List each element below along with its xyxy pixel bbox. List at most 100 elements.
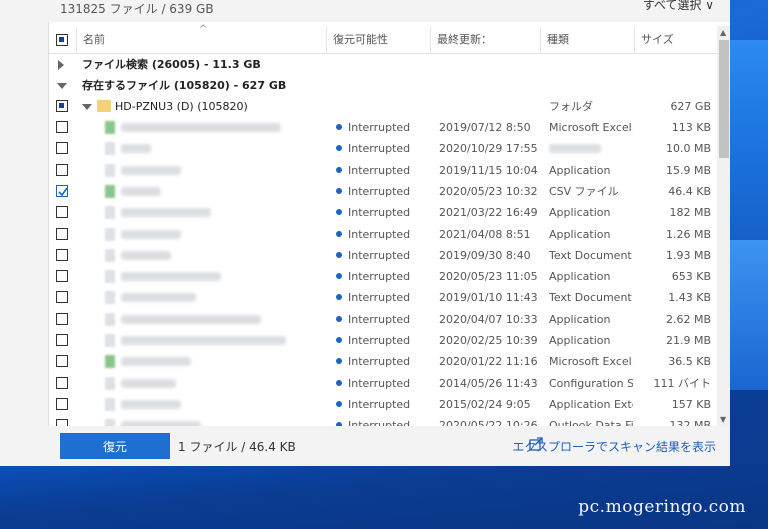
status-text: Interrupted (348, 291, 411, 305)
window-left-margin (0, 0, 48, 466)
file-icon (105, 355, 115, 369)
status-dot-icon (336, 230, 342, 237)
modified-date: 2015/02/24 9:05 (439, 397, 531, 411)
redacted-filename (121, 229, 181, 239)
select-all-dropdown[interactable]: すべて選択 ∨ (643, 0, 714, 13)
table-row[interactable]: Interrupted 2020/10/29 17:55 10.0 MB (49, 138, 717, 159)
status-text: Interrupted (348, 355, 411, 369)
recoverability-status: Interrupted (336, 351, 410, 372)
collapse-arrow-icon[interactable] (57, 83, 67, 89)
status-text: Interrupted (348, 121, 411, 134)
recoverability-status: Interrupted (336, 373, 410, 394)
group-row-existing-files[interactable]: 存在するファイル (105820) - 627 GB (49, 75, 717, 96)
status-dot-icon (336, 251, 342, 258)
drive-row[interactable]: HD-PZNU3 (D) (105820) フォルダ 627 GB (49, 96, 717, 117)
table-row[interactable]: Interrupted 2020/04/07 10:33 Application 2.… (49, 309, 717, 330)
column-header-name[interactable]: 名前 (76, 26, 326, 54)
vertical-scrollbar[interactable]: ▲ ▼ (717, 26, 730, 426)
row-checkbox[interactable] (56, 206, 68, 219)
status-text: Interrupted (348, 270, 411, 284)
redacted-filename (121, 208, 211, 218)
file-icon (105, 227, 115, 241)
table-row[interactable]: Interrupted 2020/05/23 10:32 CSV ファイル 46.4 … (49, 181, 717, 202)
row-checkbox[interactable] (56, 227, 68, 240)
recoverability-status: Interrupted (336, 181, 410, 202)
table-row[interactable]: Interrupted 2021/03/22 16:49 Application 18… (49, 202, 717, 223)
modified-date: 2019/01/10 11:43 (439, 291, 538, 305)
redacted-filename (121, 357, 191, 367)
column-header-size[interactable]: サイズ (634, 26, 717, 54)
modified-date: 2020/01/22 11:16 (439, 355, 538, 369)
row-checkbox[interactable] (56, 419, 68, 426)
file-list-panel: ^ 名前 復元可能性 最終更新： 種類 サイズ ファイル検索 (26005) -… (48, 22, 730, 426)
row-checkbox[interactable] (56, 248, 68, 261)
recovery-window: 131825 ファイル / 639 GB すべて選択 ∨ ^ 名前 復元可能性 … (0, 0, 730, 466)
table-row[interactable]: Interrupted 2020/05/22 10:26 Outlook Data … (49, 415, 717, 426)
file-type: Text Document (549, 291, 632, 305)
file-type: Application (549, 270, 611, 284)
status-text: Interrupted (348, 334, 411, 347)
file-icon (105, 291, 115, 305)
file-size: 2.62 MB (665, 312, 711, 326)
restore-button[interactable]: 復元 (60, 433, 170, 459)
table-row[interactable]: Interrupted 2019/01/10 11:43 Text Document… (49, 287, 717, 308)
file-type: CSV ファイル (549, 184, 619, 198)
group-row-file-search[interactable]: ファイル検索 (26005) - 11.3 GB (49, 54, 717, 75)
file-type: Text Document (549, 248, 632, 262)
show-in-explorer-link[interactable]: エクスプローラでスキャン結果を表示 (512, 438, 716, 455)
table-row[interactable]: Interrupted 2020/01/22 11:16 Microsoft Exc… (49, 351, 717, 372)
table-row[interactable]: Interrupted 2020/02/25 10:39 Application 21… (49, 330, 717, 351)
modified-date: 2019/11/15 10:04 (439, 163, 538, 177)
row-checkbox[interactable] (56, 121, 68, 133)
column-header-type[interactable]: 種類 (540, 26, 634, 54)
file-size: 157 KB (671, 397, 711, 411)
status-dot-icon (336, 124, 342, 130)
file-size: 21.9 MB (665, 334, 711, 347)
file-type: Microsoft Excel... (549, 121, 633, 134)
drive-checkbox[interactable] (56, 100, 68, 112)
recoverability-status: Interrupted (336, 287, 410, 308)
modified-date: 2014/05/26 11:43 (439, 376, 538, 390)
status-text: Interrupted (348, 184, 411, 198)
redacted-filename (121, 186, 161, 196)
row-checkbox[interactable] (56, 334, 68, 346)
selection-summary: 1 ファイル / 46.4 KB (178, 440, 296, 454)
table-row[interactable]: Interrupted 2015/02/24 9:05 Application Ex… (49, 394, 717, 415)
scroll-down-icon[interactable]: ▼ (720, 415, 726, 424)
recoverability-status: Interrupted (336, 415, 410, 426)
table-row[interactable]: Interrupted 2019/09/30 8:40 Text Document 1… (49, 245, 717, 266)
row-checkbox[interactable] (56, 355, 68, 368)
status-text: Interrupted (348, 142, 411, 156)
row-checkbox[interactable] (56, 291, 68, 304)
drive-label: HD-PZNU3 (D) (105820) (115, 100, 248, 113)
row-checkbox[interactable] (56, 270, 68, 283)
row-checkbox[interactable] (56, 376, 68, 389)
file-size: 182 MB (669, 206, 711, 220)
file-icon (105, 270, 115, 284)
scrollbar-thumb[interactable] (719, 40, 729, 158)
row-checkbox[interactable] (56, 184, 68, 197)
table-row[interactable]: Interrupted 2019/07/12 8:50 Microsoft Exce… (49, 117, 717, 138)
row-checkbox[interactable] (56, 397, 68, 410)
file-size: 653 KB (671, 270, 711, 284)
modified-date: 2020/05/23 10:32 (439, 184, 538, 198)
header-select-checkbox[interactable] (56, 34, 68, 46)
modified-date: 2019/07/12 8:50 (439, 121, 531, 134)
table-row[interactable]: Interrupted 2020/05/23 11:05 Application 65… (49, 266, 717, 287)
collapse-arrow-icon[interactable] (82, 104, 92, 110)
scroll-up-icon[interactable]: ▲ (720, 28, 726, 37)
table-row[interactable]: Interrupted 2021/04/08 8:51 Application 1.2… (49, 224, 717, 245)
row-checkbox[interactable] (56, 163, 68, 176)
file-size: 1.93 MB (665, 248, 711, 262)
column-header-modified[interactable]: 最終更新： (430, 26, 540, 54)
modified-date: 2020/05/22 10:26 (439, 419, 538, 426)
column-header-row: ^ 名前 復元可能性 最終更新： 種類 サイズ (49, 24, 717, 54)
table-row[interactable]: Interrupted 2019/11/15 10:04 Application 15… (49, 160, 717, 181)
row-checkbox[interactable] (56, 142, 68, 155)
column-header-recoverability[interactable]: 復元可能性 (326, 26, 430, 54)
drive-type: フォルダ (549, 100, 593, 113)
row-checkbox[interactable] (56, 312, 68, 325)
table-row[interactable]: Interrupted 2014/05/26 11:43 Configuration… (49, 373, 717, 394)
recoverability-status: Interrupted (336, 117, 410, 138)
expand-arrow-icon[interactable] (58, 60, 64, 70)
